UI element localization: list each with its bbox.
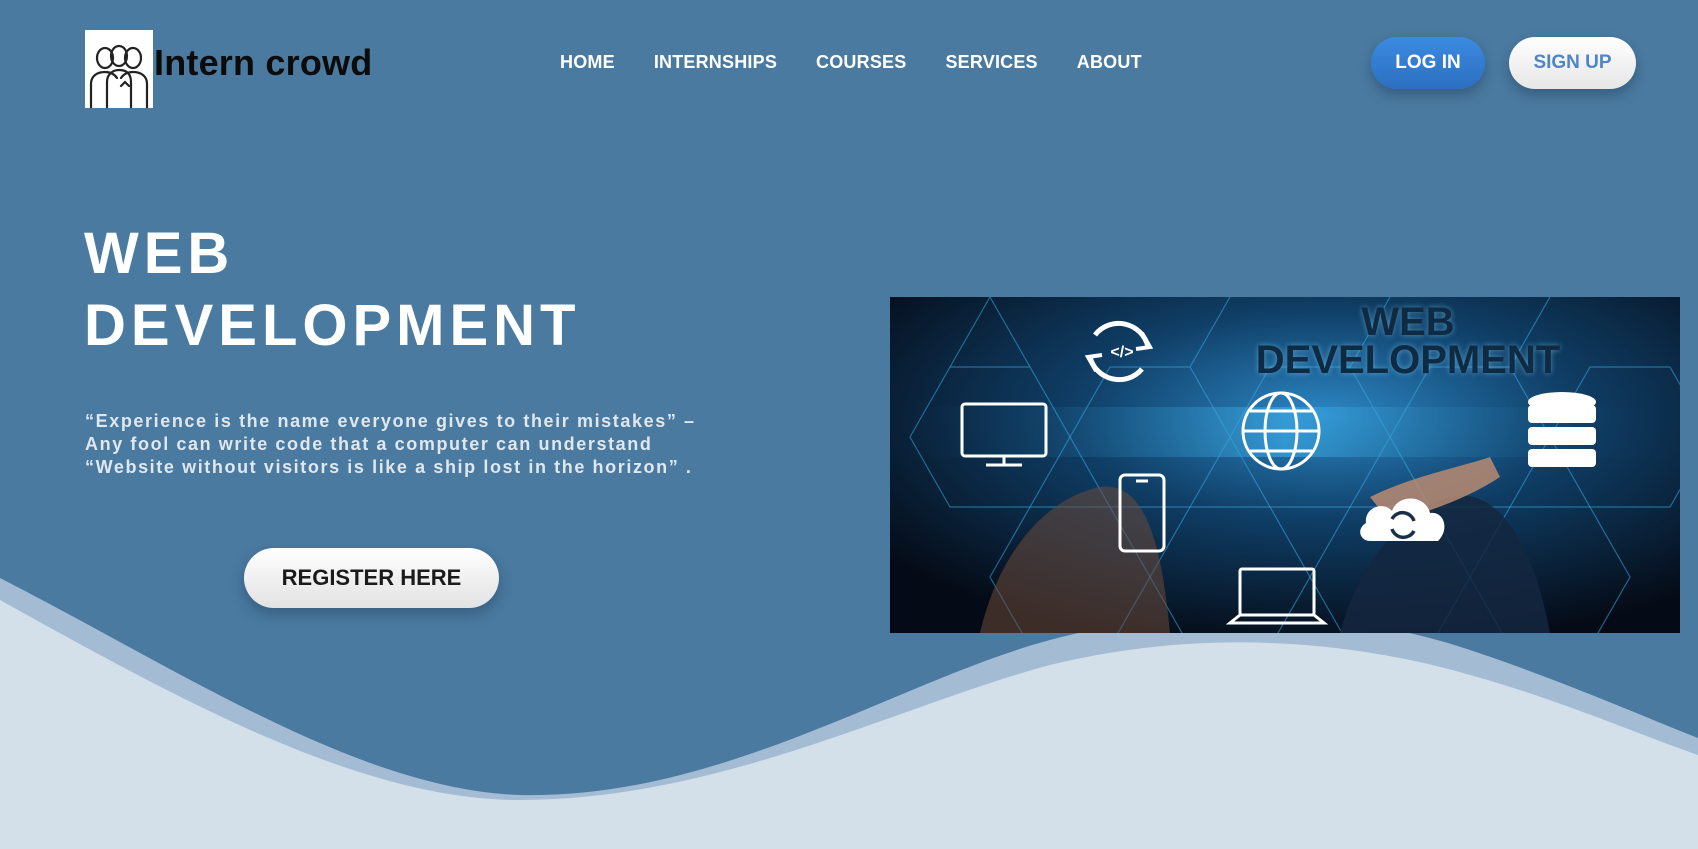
- hero-quotes: “Experience is the name everyone gives t…: [85, 410, 696, 479]
- nav-internships[interactable]: INTERNSHIPS: [654, 52, 777, 73]
- login-button[interactable]: LOG IN: [1371, 37, 1485, 89]
- quote-line: “Experience is the name everyone gives t…: [85, 411, 696, 431]
- quote-line: Any fool can write code that a computer …: [85, 434, 653, 454]
- nav-courses[interactable]: COURSES: [816, 52, 906, 73]
- hero-title: WEB DEVELOPMENT: [84, 218, 581, 362]
- register-button[interactable]: REGISTER HERE: [244, 548, 499, 608]
- main-nav: HOME INTERNSHIPS COURSES SERVICES ABOUT: [560, 52, 1142, 73]
- hero-title-line-2: DEVELOPMENT: [84, 293, 581, 358]
- team-people-icon: [89, 44, 149, 108]
- signup-button[interactable]: SIGN UP: [1509, 37, 1636, 89]
- hero-title-line-1: WEB: [84, 221, 235, 286]
- nav-about[interactable]: ABOUT: [1077, 52, 1142, 73]
- hero-image: </> WEB DEVELOPMENT: [890, 297, 1680, 633]
- svg-text:</>: </>: [1110, 344, 1133, 361]
- hero-image-title-line-1: WEB: [1361, 300, 1455, 344]
- brand-name[interactable]: Intern crowd: [154, 42, 372, 84]
- logo[interactable]: [85, 30, 153, 108]
- hero-image-title-line-2: DEVELOPMENT: [1255, 338, 1561, 382]
- nav-services[interactable]: SERVICES: [945, 52, 1037, 73]
- nav-home[interactable]: HOME: [560, 52, 615, 73]
- hero-image-title: WEB DEVELOPMENT: [1198, 300, 1618, 382]
- quote-line: “Website without visitors is like a ship…: [85, 457, 693, 477]
- database-icon: [1528, 392, 1596, 467]
